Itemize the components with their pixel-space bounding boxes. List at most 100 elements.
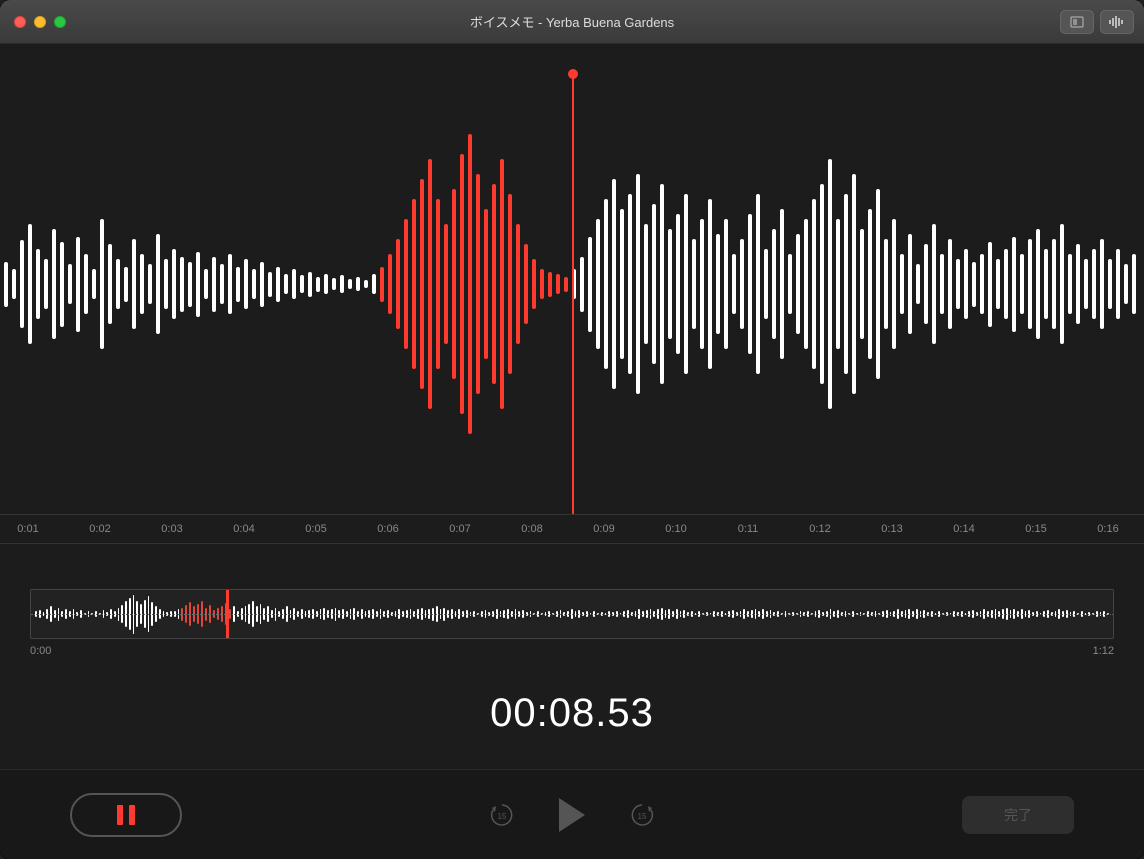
waveform-bar <box>892 219 896 349</box>
waveform-bar <box>676 214 680 354</box>
ruler-tick: 0:05 <box>305 523 326 535</box>
window-title: ボイスメモ - Yerba Buena Gardens <box>14 12 1130 31</box>
waveform-bar <box>956 259 960 309</box>
waveform-bar <box>420 179 424 389</box>
waveform-bar <box>228 254 232 314</box>
ruler-tick: 0:11 <box>738 523 759 535</box>
skip-forward-icon: 15 <box>628 801 656 829</box>
waveform-bar <box>836 219 840 349</box>
done-button[interactable]: 完了 <box>962 796 1074 834</box>
waveform-bar <box>828 159 832 409</box>
waveform-bar <box>204 269 208 299</box>
waveform-bar <box>596 219 600 349</box>
trim-button[interactable] <box>1060 10 1094 34</box>
overview-playhead[interactable] <box>226 589 229 639</box>
time-ruler[interactable]: 0:010:020:030:040:050:060:070:080:090:10… <box>0 514 1144 544</box>
waveform-bar <box>284 274 288 294</box>
waveform-bar <box>780 209 784 359</box>
svg-text:15: 15 <box>498 812 507 821</box>
waveform-bar <box>372 274 376 294</box>
waveform-bar <box>348 279 352 289</box>
waveform-bar <box>932 224 936 344</box>
waveform-bar <box>12 269 16 299</box>
elapsed-time: 00:08.53 <box>0 691 1144 736</box>
waveform-bar <box>244 259 248 309</box>
waveform-bar <box>644 224 648 344</box>
waveform-bar <box>1068 254 1072 314</box>
waveform-bar <box>388 254 392 314</box>
waveform-bar <box>588 237 592 332</box>
waveform-bar <box>972 262 976 307</box>
waveform-bar <box>540 269 544 299</box>
waveform-bar <box>268 272 272 297</box>
main-waveform[interactable] <box>0 54 1144 514</box>
waveform-bar <box>1052 239 1056 329</box>
play-button[interactable] <box>559 798 585 832</box>
minimize-icon[interactable] <box>34 16 46 28</box>
waveform-bar <box>1084 259 1088 309</box>
waveform-bar <box>788 254 792 314</box>
waveform-bar <box>212 257 216 312</box>
enhance-button[interactable] <box>1100 10 1134 34</box>
playhead[interactable] <box>572 74 574 514</box>
ruler-tick: 0:15 <box>1025 523 1046 535</box>
waveform-bar <box>548 272 552 297</box>
overview-waveform[interactable] <box>30 589 1114 639</box>
waveform-bar <box>332 278 336 290</box>
waveform-bar <box>1100 239 1104 329</box>
pause-button[interactable] <box>70 793 182 837</box>
waveform-bar <box>308 272 312 297</box>
waveform-bar <box>188 262 192 307</box>
waveform-bar <box>316 277 320 292</box>
waveform-bar <box>940 254 944 314</box>
waveform-bar <box>924 244 928 324</box>
content-area: 0:010:020:030:040:050:060:070:080:090:10… <box>0 44 1144 859</box>
ruler-tick: 0:12 <box>809 523 830 535</box>
waveform-bar <box>948 239 952 329</box>
waveform-bar <box>740 239 744 329</box>
waveform-bar <box>100 219 104 349</box>
waveform-bar <box>356 277 360 291</box>
overview-end-time: 1:12 <box>1093 645 1114 657</box>
skip-back-icon: 15 <box>488 801 516 829</box>
waveform-bar <box>4 262 8 307</box>
waveform-bar <box>1028 239 1032 329</box>
skip-forward-button[interactable]: 15 <box>627 800 657 830</box>
ruler-tick: 0:13 <box>881 523 902 535</box>
waveform-bar <box>908 234 912 334</box>
waveform-bar <box>1060 224 1064 344</box>
waveform-bar <box>148 264 152 304</box>
waveform-bar <box>692 239 696 329</box>
waveform-bar <box>604 199 608 369</box>
ruler-tick: 0:01 <box>17 523 38 535</box>
close-icon[interactable] <box>14 16 26 28</box>
waveform-bar <box>428 159 432 409</box>
waveform-bar <box>716 234 720 334</box>
waveform-bar <box>1004 249 1008 319</box>
ruler-tick: 0:09 <box>593 523 614 535</box>
waveform-bar <box>260 262 264 307</box>
waveform-bar <box>612 179 616 389</box>
waveform-bar <box>156 234 160 334</box>
waveform-bar <box>524 244 528 324</box>
ruler-tick: 0:14 <box>953 523 974 535</box>
waveform-bar <box>340 275 344 293</box>
waveform-bar <box>812 199 816 369</box>
waveform-bar <box>108 244 112 324</box>
waveform-bar <box>20 240 24 328</box>
ruler-tick: 0:08 <box>521 523 542 535</box>
waveform-bar <box>124 267 128 302</box>
waveform-bar <box>476 174 480 394</box>
waveform-bar <box>1108 259 1112 309</box>
overview-start-time: 0:00 <box>30 645 51 657</box>
waveform-bar <box>884 239 888 329</box>
skip-back-button[interactable]: 15 <box>487 800 517 830</box>
fullscreen-icon[interactable] <box>54 16 66 28</box>
waveform-bar <box>876 189 880 379</box>
waveform-bar <box>132 239 136 329</box>
waveform-bar <box>76 237 80 332</box>
waveform-bar <box>532 259 536 309</box>
overview-container: 0:00 1:12 <box>30 589 1114 657</box>
waveform-bar <box>996 259 1000 309</box>
waveform-bar <box>60 242 64 327</box>
